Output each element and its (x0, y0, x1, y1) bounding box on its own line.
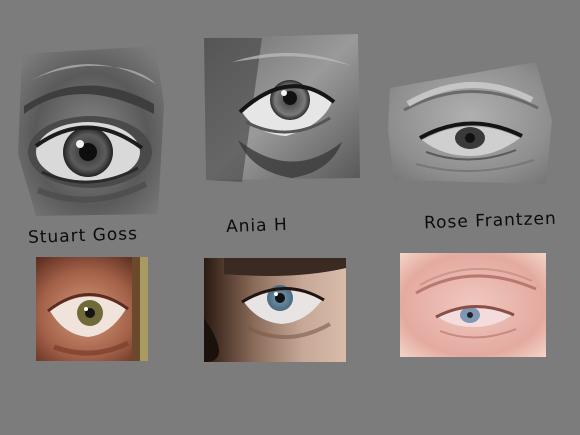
reference-photo-rose-frantzen (400, 253, 546, 357)
graphite-upward-gaze-eye-drawing-icon (204, 34, 360, 182)
reference-photo-stuart-goss (36, 257, 148, 361)
sketch-stuart-goss (16, 44, 166, 219)
reference-photo-ania-h (204, 258, 346, 362)
upward-gaze-blue-eye-photo-icon (204, 258, 346, 362)
graphite-hooded-eye-drawing-icon (388, 62, 552, 184)
artist-label-ania-h: Ania H (225, 214, 289, 238)
sketch-ania-h (202, 32, 362, 182)
hooded-blue-eye-photo-icon (400, 253, 546, 357)
sketch-rose-frantzen (386, 60, 554, 186)
wide-open-eye-photo-icon (36, 257, 148, 361)
artist-label-rose-frantzen: Rose Frantzen (423, 208, 558, 234)
artist-label-stuart-goss: Stuart Goss (27, 224, 139, 248)
graphite-wide-open-eye-drawing-icon (18, 46, 164, 216)
